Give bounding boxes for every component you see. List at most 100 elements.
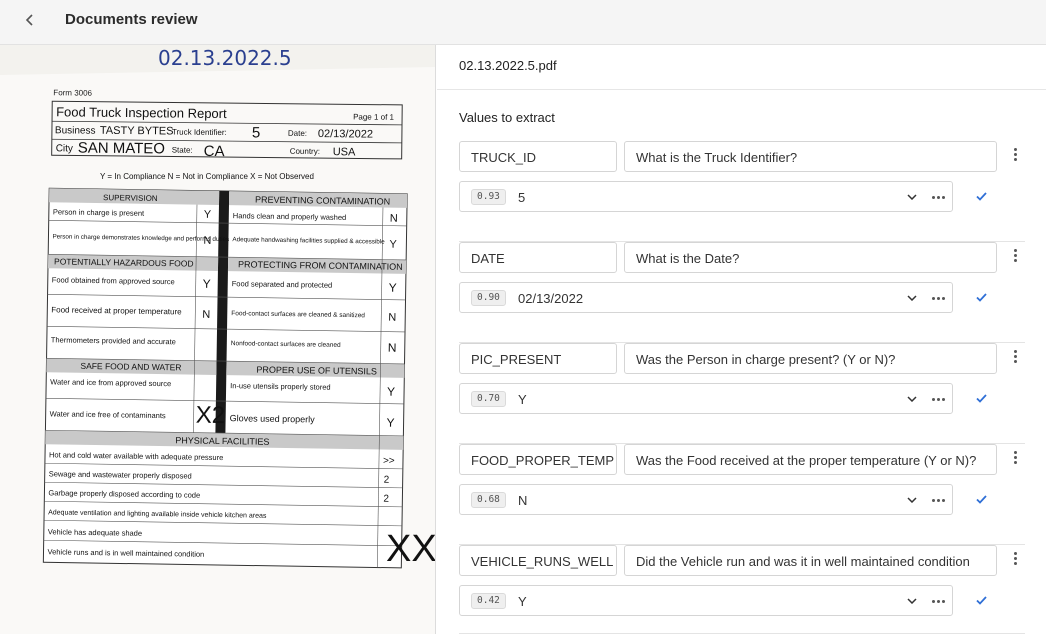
field-menu-button[interactable] bbox=[1008, 144, 1022, 164]
chevron-left-icon bbox=[25, 14, 33, 26]
chevron-down-icon[interactable] bbox=[906, 291, 918, 305]
more-icon bbox=[931, 498, 935, 502]
chevron-down-icon[interactable] bbox=[906, 594, 918, 608]
check-icon[interactable] bbox=[974, 189, 988, 203]
state-value: CA bbox=[204, 143, 225, 160]
field-pic-present: PIC_PRESENT Was the Person in charge pre… bbox=[459, 343, 1025, 444]
check-icon[interactable] bbox=[974, 593, 988, 607]
more-options-button[interactable] bbox=[930, 290, 946, 306]
business-label: Business bbox=[55, 125, 96, 136]
kebab-icon bbox=[1013, 450, 1017, 454]
sec-physical: PHYSICAL FACILITIES bbox=[175, 435, 269, 446]
answer-value: 02/13/2022 bbox=[518, 291, 584, 306]
field-key-input[interactable]: VEHICLE_RUNS_WELL bbox=[459, 545, 617, 576]
left-mark-1: Y bbox=[204, 209, 212, 221]
legend-text: Y = In Compliance N = Not in Compliance … bbox=[100, 172, 314, 181]
right-row-6: In-use utensils properly stored bbox=[230, 381, 331, 392]
chevron-down-icon[interactable] bbox=[906, 392, 918, 406]
answer-select[interactable]: 0.70 Y bbox=[459, 383, 953, 414]
field-food-proper-temp: FOOD_PROPER_TEMP Was the Food received a… bbox=[459, 444, 1025, 545]
right-mark-6: Y bbox=[387, 385, 395, 399]
chevron-down-icon[interactable] bbox=[906, 493, 918, 507]
more-icon bbox=[931, 599, 935, 603]
document-preview: 02.13.2022.5 Form 3006 Food Truck Inspec… bbox=[0, 45, 436, 634]
check-icon[interactable] bbox=[974, 492, 988, 506]
confidence-badge: 0.70 bbox=[471, 391, 506, 407]
check-icon[interactable] bbox=[974, 391, 988, 405]
date-label: Date: bbox=[288, 129, 307, 138]
facility-mark-1: >> bbox=[383, 456, 395, 467]
left-mark-4: N bbox=[202, 309, 210, 321]
country-label: Country: bbox=[290, 147, 320, 156]
answer-value: Y bbox=[518, 392, 527, 407]
more-options-button[interactable] bbox=[930, 593, 946, 609]
field-question-input[interactable]: What is the Date? bbox=[624, 242, 997, 273]
city-label: City bbox=[56, 143, 73, 154]
field-vehicle-runs-well: VEHICLE_RUNS_WELL Did the Vehicle run an… bbox=[459, 545, 1025, 634]
left-mark-2: N bbox=[203, 235, 211, 247]
sec-prevent: PREVENTING CONTAMINATION bbox=[255, 195, 390, 207]
answer-select[interactable]: 0.42 Y bbox=[459, 585, 953, 616]
right-mark-1: N bbox=[390, 213, 398, 225]
more-options-button[interactable] bbox=[930, 391, 946, 407]
business-value: TASTY BYTES bbox=[100, 125, 174, 138]
right-mark-7: Y bbox=[386, 416, 394, 430]
divider bbox=[437, 89, 1046, 90]
answer-value: Y bbox=[518, 594, 527, 609]
more-icon bbox=[931, 195, 935, 199]
answer-value: N bbox=[518, 493, 528, 508]
answer-select[interactable]: 0.68 N bbox=[459, 484, 953, 515]
left-row-6: Water and ice from approved source bbox=[50, 377, 171, 388]
page-label: Page 1 of 1 bbox=[353, 112, 395, 121]
confidence-badge: 0.68 bbox=[471, 492, 506, 508]
more-options-button[interactable] bbox=[930, 189, 946, 205]
answer-select[interactable]: 0.93 5 bbox=[459, 181, 953, 212]
form-number: Form 3006 bbox=[53, 88, 92, 97]
field-menu-button[interactable] bbox=[1008, 245, 1022, 265]
right-mark-5: N bbox=[388, 341, 397, 355]
file-name: 02.13.2022.5.pdf bbox=[459, 58, 557, 73]
form-title: Food Truck Inspection Report bbox=[56, 104, 227, 121]
handwritten-name: 02.13.2022.5 bbox=[158, 46, 292, 70]
more-options-button[interactable] bbox=[930, 492, 946, 508]
facility-mark-3: 2 bbox=[383, 494, 389, 505]
field-menu-button[interactable] bbox=[1008, 548, 1022, 568]
field-question-input[interactable]: Was the Food received at the proper temp… bbox=[624, 444, 997, 475]
kebab-icon bbox=[1013, 551, 1017, 555]
top-bar: Documents review bbox=[0, 0, 1046, 45]
check-icon[interactable] bbox=[974, 290, 988, 304]
section-title: Values to extract bbox=[459, 110, 555, 125]
field-key-input[interactable]: PIC_PRESENT bbox=[459, 343, 617, 374]
state-label: State: bbox=[172, 145, 193, 154]
kebab-icon bbox=[1013, 349, 1017, 353]
field-key-input[interactable]: DATE bbox=[459, 242, 617, 273]
kebab-icon bbox=[1013, 248, 1017, 252]
field-key-input[interactable]: TRUCK_ID bbox=[459, 141, 617, 172]
field-key-input[interactable]: FOOD_PROPER_TEMP bbox=[459, 444, 617, 475]
right-row-7: Gloves used properly bbox=[230, 413, 316, 424]
confidence-badge: 0.90 bbox=[471, 290, 506, 306]
page-title: Documents review bbox=[65, 11, 198, 28]
big-mark: XX bbox=[386, 528, 436, 570]
field-question-input[interactable]: What is the Truck Identifier? bbox=[624, 141, 997, 172]
left-row-1: Person in charge is present bbox=[53, 207, 145, 217]
right-mark-3: Y bbox=[389, 281, 397, 295]
right-mark-4: N bbox=[388, 312, 396, 324]
field-question-input[interactable]: Did the Vehicle run and was it in well m… bbox=[624, 545, 997, 576]
back-button[interactable] bbox=[20, 10, 40, 30]
answer-select[interactable]: 0.90 02/13/2022 bbox=[459, 282, 953, 313]
truck-label: Truck Identifier: bbox=[172, 127, 227, 137]
left-mark-3: Y bbox=[203, 277, 211, 291]
field-menu-button[interactable] bbox=[1008, 447, 1022, 467]
answer-value: 5 bbox=[518, 190, 526, 205]
field-question-input[interactable]: Was the Person in charge present? (Y or … bbox=[624, 343, 997, 374]
chevron-down-icon[interactable] bbox=[906, 190, 918, 204]
field-menu-button[interactable] bbox=[1008, 346, 1022, 366]
confidence-badge: 0.93 bbox=[471, 189, 506, 205]
sec-supervision: SUPERVISION bbox=[103, 193, 158, 203]
right-row-3: Food separated and protected bbox=[232, 279, 333, 290]
field-truck-id: TRUCK_ID What is the Truck Identifier? 0… bbox=[459, 141, 1025, 242]
truck-value: 5 bbox=[252, 124, 261, 141]
country-value: USA bbox=[333, 146, 356, 158]
extraction-panel: 02.13.2022.5.pdf Values to extract TRUCK… bbox=[437, 45, 1046, 634]
